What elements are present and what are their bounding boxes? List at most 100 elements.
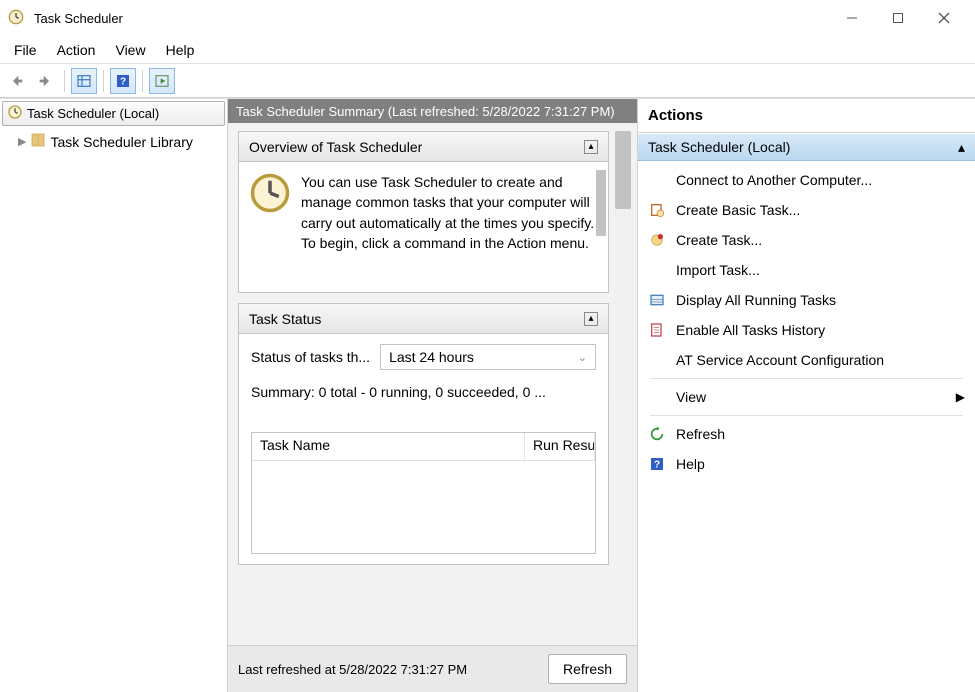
basic-task-icon	[648, 201, 666, 219]
window-controls	[829, 3, 967, 33]
action-label: Display All Running Tasks	[676, 292, 836, 308]
main: Task Scheduler (Local) ▶ Task Scheduler …	[0, 98, 975, 692]
help-toolbar-button[interactable]: ?	[110, 68, 136, 94]
nav-forward-button[interactable]	[32, 68, 58, 94]
action-label: AT Service Account Configuration	[676, 352, 884, 368]
minimize-button[interactable]	[829, 3, 875, 33]
tree-child-library[interactable]: ▶ Task Scheduler Library	[0, 128, 227, 155]
toolbar-separator	[103, 70, 104, 92]
action-view[interactable]: View ▶	[638, 382, 975, 412]
status-select-value: Last 24 hours	[389, 349, 474, 365]
action-import-task[interactable]: Import Task...	[638, 255, 975, 285]
status-table-head: Task Name Run Resu	[252, 433, 595, 461]
status-summary-text: Summary: 0 total - 0 running, 0 succeede…	[251, 384, 596, 400]
status-filter-row: Status of tasks th... Last 24 hours ⌄	[251, 344, 596, 370]
clock-icon	[7, 104, 23, 123]
app-icon	[8, 9, 26, 27]
action-label: Import Task...	[676, 262, 760, 278]
action-create-basic-task[interactable]: Create Basic Task...	[638, 195, 975, 225]
action-label: View	[676, 389, 706, 405]
action-separator	[650, 415, 963, 416]
center-body: Overview of Task Scheduler ▴ You can use…	[228, 123, 637, 645]
nav-back-button[interactable]	[4, 68, 30, 94]
maximize-button[interactable]	[875, 3, 921, 33]
col-run-result[interactable]: Run Resu	[525, 433, 595, 460]
overview-header[interactable]: Overview of Task Scheduler ▴	[239, 132, 608, 162]
tree-root[interactable]: Task Scheduler (Local)	[2, 101, 225, 126]
action-label: Create Basic Task...	[676, 202, 800, 218]
last-refreshed-text: Last refreshed at 5/28/2022 7:31:27 PM	[238, 662, 467, 677]
refresh-button[interactable]: Refresh	[548, 654, 627, 684]
collapse-up-icon[interactable]: ▴	[584, 312, 598, 326]
action-separator	[650, 378, 963, 379]
history-icon	[648, 321, 666, 339]
action-label: Enable All Tasks History	[676, 322, 825, 338]
action-help[interactable]: ? Help	[638, 449, 975, 479]
actions-panel-title: Actions	[638, 99, 975, 133]
toolbar-separator	[64, 70, 65, 92]
run-toolbar-button[interactable]	[149, 68, 175, 94]
actions-panel: Actions Task Scheduler (Local) ▴ Connect…	[637, 99, 975, 692]
center-panel: Task Scheduler Summary (Last refreshed: …	[228, 99, 637, 692]
actions-subheader-label: Task Scheduler (Local)	[648, 139, 790, 155]
collapse-up-icon[interactable]: ▴	[584, 140, 598, 154]
menu-view[interactable]: View	[105, 38, 155, 62]
status-label: Status of tasks th...	[251, 349, 370, 365]
left-tree-panel: Task Scheduler (Local) ▶ Task Scheduler …	[0, 99, 228, 692]
library-icon	[30, 132, 46, 151]
overview-text: You can use Task Scheduler to create and…	[301, 172, 598, 282]
close-button[interactable]	[921, 3, 967, 33]
menu-help[interactable]: Help	[156, 38, 205, 62]
action-label: Help	[676, 456, 705, 472]
task-status-body: Status of tasks th... Last 24 hours ⌄ Su…	[239, 334, 608, 564]
blank-icon	[648, 261, 666, 279]
action-connect-computer[interactable]: Connect to Another Computer...	[638, 165, 975, 195]
collapse-up-icon: ▴	[958, 139, 965, 156]
blank-icon	[648, 351, 666, 369]
window-title: Task Scheduler	[34, 11, 829, 26]
overview-title: Overview of Task Scheduler	[249, 139, 422, 155]
col-task-name[interactable]: Task Name	[252, 433, 525, 460]
titlebar: Task Scheduler	[0, 0, 975, 36]
blank-icon	[648, 171, 666, 189]
menubar: File Action View Help	[0, 36, 975, 64]
task-status-title: Task Status	[249, 311, 321, 327]
action-create-task[interactable]: Create Task...	[638, 225, 975, 255]
clock-large-icon	[249, 172, 291, 282]
action-at-service-config[interactable]: AT Service Account Configuration	[638, 345, 975, 375]
actions-list: Connect to Another Computer... Create Ba…	[638, 161, 975, 483]
chevron-right-icon: ▶	[18, 135, 26, 148]
task-status-group: Task Status ▴ Status of tasks th... Last…	[238, 303, 609, 565]
status-period-select[interactable]: Last 24 hours ⌄	[380, 344, 596, 370]
action-enable-history[interactable]: Enable All Tasks History	[638, 315, 975, 345]
display-tasks-icon	[648, 291, 666, 309]
toolbar: ?	[0, 64, 975, 98]
blank-icon	[648, 388, 666, 406]
task-status-header[interactable]: Task Status ▴	[239, 304, 608, 334]
svg-text:?: ?	[654, 459, 660, 470]
menu-action[interactable]: Action	[47, 38, 106, 62]
create-task-icon	[648, 231, 666, 249]
overview-scrollbar[interactable]	[596, 170, 606, 236]
action-label: Connect to Another Computer...	[676, 172, 872, 188]
status-table: Task Name Run Resu	[251, 432, 596, 554]
summary-header: Task Scheduler Summary (Last refreshed: …	[228, 99, 637, 123]
action-refresh[interactable]: Refresh	[638, 419, 975, 449]
action-label: Refresh	[676, 426, 725, 442]
show-hide-panel-button[interactable]	[71, 68, 97, 94]
menu-file[interactable]: File	[4, 38, 47, 62]
svg-text:?: ?	[120, 76, 126, 87]
toolbar-separator	[142, 70, 143, 92]
overview-body: You can use Task Scheduler to create and…	[239, 162, 608, 292]
scrollbar-thumb[interactable]	[615, 131, 631, 209]
arrow-right-icon: ▶	[956, 390, 965, 404]
overview-group: Overview of Task Scheduler ▴ You can use…	[238, 131, 609, 293]
refresh-icon	[648, 425, 666, 443]
center-footer: Last refreshed at 5/28/2022 7:31:27 PM R…	[228, 645, 637, 692]
tree-root-label: Task Scheduler (Local)	[27, 106, 159, 121]
action-label: Create Task...	[676, 232, 762, 248]
tree-child-label: Task Scheduler Library	[50, 134, 192, 150]
actions-subheader[interactable]: Task Scheduler (Local) ▴	[638, 133, 975, 161]
help-icon: ?	[648, 455, 666, 473]
action-display-running[interactable]: Display All Running Tasks	[638, 285, 975, 315]
